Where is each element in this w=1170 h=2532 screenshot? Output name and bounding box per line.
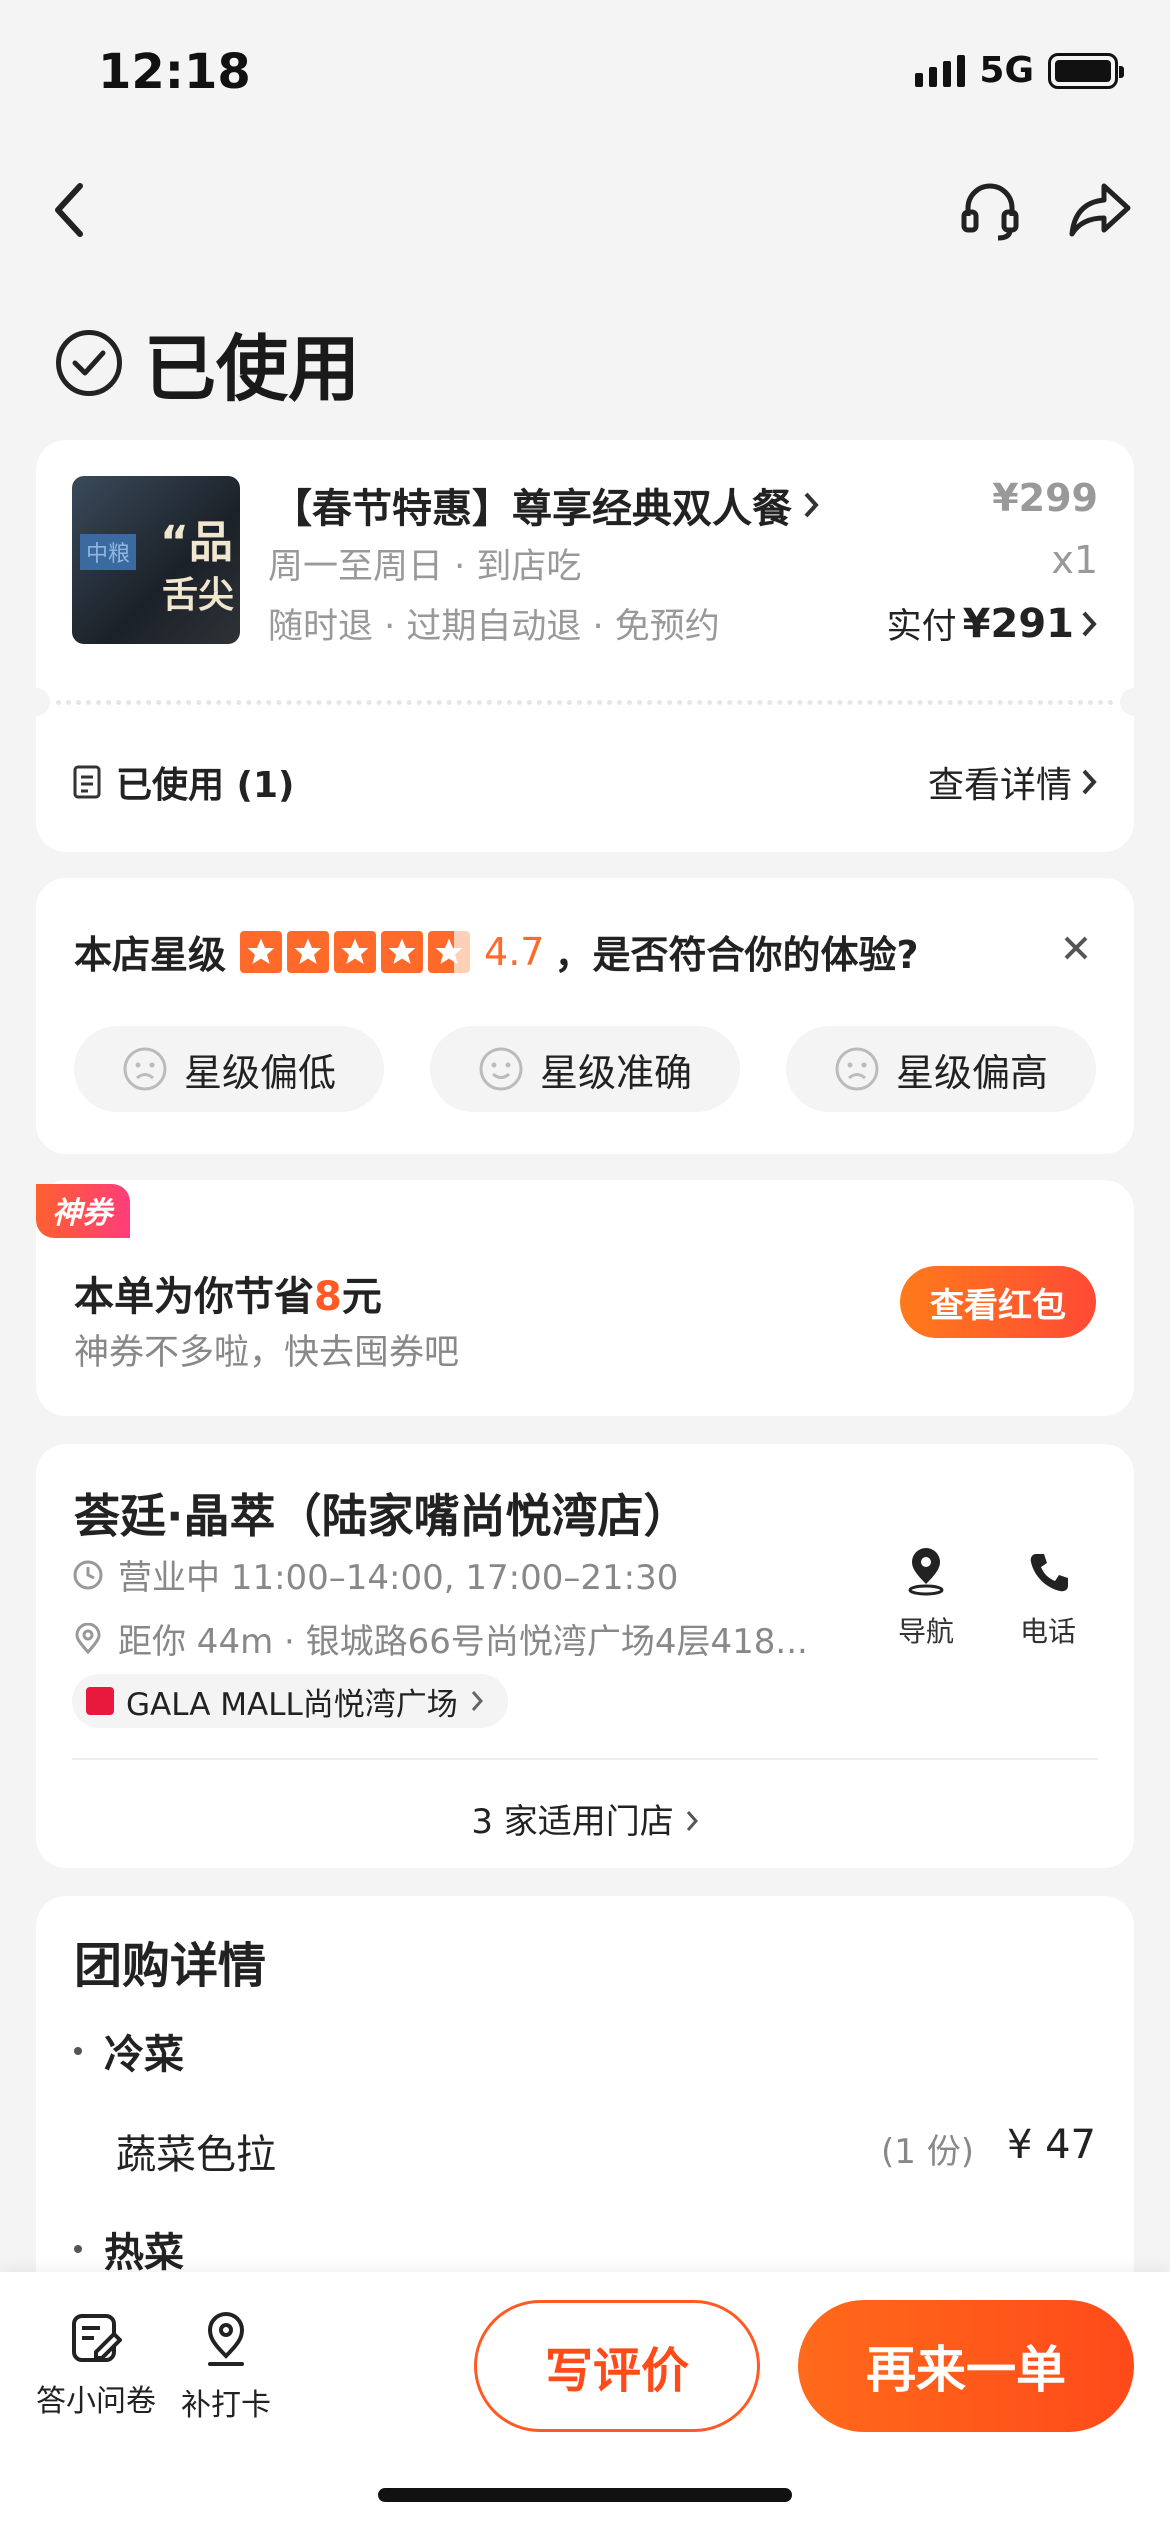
location-pin-icon <box>75 1622 101 1654</box>
rating-label: 本店星级 <box>74 933 227 977</box>
close-button[interactable] <box>1056 928 1096 968</box>
deal-title: 【春节特惠】尊享经典双人餐 <box>272 486 792 532</box>
chevron-right-icon <box>471 1691 483 1711</box>
star-icon <box>334 930 377 973</box>
used-voucher-label: 已使用 (1) <box>116 765 295 806</box>
deal-thumbnail[interactable]: 中粮 “品 舌尖 <box>72 476 240 644</box>
headset-icon <box>961 183 1019 241</box>
check-in-button[interactable]: 补打卡 <box>156 2312 296 2424</box>
section-hot-dishes: 热菜 <box>74 2220 184 2278</box>
coupon-card: 神券 本单为你节省8元 神券不多啦，快去囤券吧 查看红包 <box>36 1180 1134 1416</box>
reorder-button[interactable]: 再来一单 <box>798 2300 1134 2432</box>
deal-title-link[interactable]: 【春节特惠】尊享经典双人餐 <box>272 476 820 534</box>
share-icon <box>1069 183 1131 237</box>
paid-amount-link[interactable]: 实付 ¥291 <box>887 598 1098 649</box>
chevron-right-icon <box>1082 769 1097 795</box>
document-icon <box>73 765 101 799</box>
order-card: 中粮 “品 舌尖 【春节特惠】尊享经典双人餐 周一至周日 · 到店吃 随时退 ·… <box>22 440 1148 852</box>
coupon-tag: 神券 <box>36 1184 130 1238</box>
view-red-packet-button[interactable]: 查看红包 <box>900 1266 1096 1338</box>
star-icon <box>381 930 424 973</box>
star-icon <box>287 930 330 973</box>
star-icon <box>240 930 283 973</box>
navigation-button[interactable]: 导航 <box>876 1548 976 1650</box>
rating-accurate-button[interactable]: 星级准确 <box>430 1026 740 1112</box>
close-icon <box>1064 936 1088 960</box>
store-hours: 营业中 11:00–14:00, 17:00–21:30 <box>72 1550 678 1599</box>
paid-amount: ¥291 <box>962 600 1074 647</box>
location-pin-icon <box>207 2312 245 2366</box>
back-button[interactable] <box>30 170 110 250</box>
write-review-button[interactable]: 写评价 <box>474 2300 760 2432</box>
home-indicator <box>378 2488 792 2502</box>
view-details-link[interactable]: 查看详情 <box>928 756 1098 808</box>
survey-edit-icon <box>72 2314 122 2362</box>
dish-price: ¥ 47 <box>1006 2122 1096 2168</box>
check-circle-icon <box>56 329 122 396</box>
rating-high-button[interactable]: 星级偏高 <box>786 1026 1096 1112</box>
customer-service-button[interactable] <box>950 170 1030 250</box>
section-cold-dishes: 冷菜 <box>74 2022 184 2080</box>
rating-row: 本店星级 4.7 ，是否符合你的体验? <box>74 924 919 979</box>
nav-bar <box>0 160 1170 260</box>
chevron-right-icon <box>1082 611 1097 636</box>
sad-face-icon <box>123 1047 167 1091</box>
dish-quantity: (1 份) <box>881 2132 974 2172</box>
half-star-icon <box>428 930 471 973</box>
store-name[interactable]: 荟廷·晶萃（陆家嘴尚悦湾店） <box>74 1480 689 1546</box>
survey-button[interactable]: 答小问卷 <box>26 2312 166 2420</box>
coupon-savings-amount: 8 <box>314 1274 342 1320</box>
coupon-savings-title: 本单为你节省8元 <box>74 1274 382 1320</box>
navigation-pin-icon <box>908 1548 944 1596</box>
bottom-action-bar: 答小问卷 补打卡 写评价 再来一单 <box>0 2272 1170 2532</box>
shopping-bag-icon <box>86 1687 114 1715</box>
sad-face-icon <box>835 1047 879 1091</box>
chevron-left-icon <box>55 183 83 237</box>
store-card: 荟廷·晶萃（陆家嘴尚悦湾店） 营业中 11:00–14:00, 17:00–21… <box>36 1444 1134 1868</box>
original-price: ¥299 <box>992 476 1098 520</box>
chevron-right-icon <box>804 492 819 518</box>
chevron-right-icon <box>686 1811 698 1831</box>
applicable-stores-link[interactable]: 3 家适用门店 <box>36 1794 1134 1843</box>
rating-feedback-card: 本店星级 4.7 ，是否符合你的体验? 星级偏低 星级准确 星级偏高 <box>36 878 1134 1154</box>
deal-availability: 周一至周日 · 到店吃 <box>268 547 582 587</box>
smile-face-icon <box>479 1047 523 1091</box>
quantity: x1 <box>1051 538 1098 582</box>
mall-link[interactable]: GALA MALL尚悦湾广场 <box>72 1674 508 1728</box>
status-time: 12:18 <box>98 44 251 100</box>
phone-icon <box>1030 1554 1068 1592</box>
rating-low-button[interactable]: 星级偏低 <box>74 1026 384 1112</box>
clock-icon <box>73 1560 103 1589</box>
dotted-divider <box>36 695 1134 709</box>
divider <box>72 1758 1098 1760</box>
phone-button[interactable]: 电话 <box>998 1548 1098 1650</box>
coupon-subtitle: 神券不多啦，快去囤券吧 <box>74 1333 460 1373</box>
order-status-header: 已使用 <box>56 310 360 415</box>
paid-label: 实付 <box>886 607 957 647</box>
status-bar: 12:18 5G <box>0 0 1170 140</box>
share-button[interactable] <box>1060 170 1140 250</box>
deal-policies: 随时退 · 过期自动退 · 免预约 <box>268 607 720 647</box>
battery-icon <box>1048 52 1124 89</box>
order-status-title: 已使用 <box>144 327 361 411</box>
rating-score: 4.7 <box>484 929 545 974</box>
network-label: 5G <box>979 50 1034 91</box>
star-rating <box>240 930 471 973</box>
used-voucher-row[interactable]: 已使用 (1) <box>72 756 295 808</box>
status-icons: 5G <box>915 50 1124 91</box>
signal-icon <box>915 54 966 87</box>
group-deal-title: 团购详情 <box>74 1938 267 1994</box>
dish-name: 蔬菜色拉 <box>116 2132 276 2178</box>
rating-question: ，是否符合你的体验? <box>554 933 919 977</box>
store-address[interactable]: 距你 44m · 银城路66号尚悦湾广场4层418... <box>72 1614 808 1663</box>
